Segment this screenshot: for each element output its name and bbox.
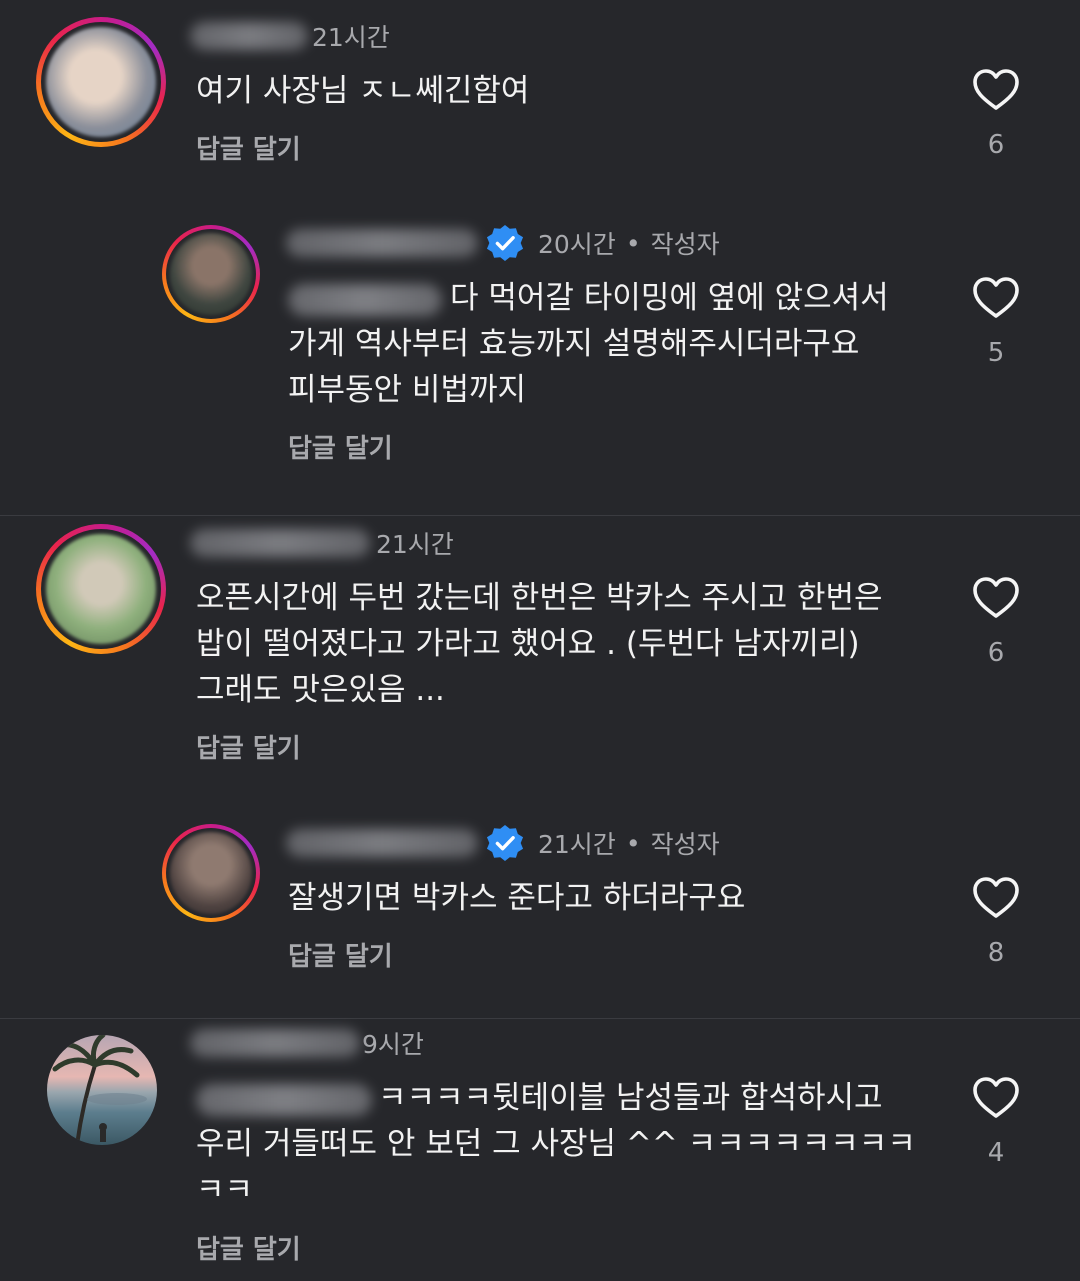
comment-text: 다 먹어갈 타이밍에 옆에 앉으셔서 가게 역사부터 효능까지 설명해주시더라구… <box>288 280 889 408</box>
heart-outline-icon[interactable] <box>972 276 1020 320</box>
like-control: 4 <box>966 1076 1026 1168</box>
avatar[interactable] <box>47 1035 157 1145</box>
like-control: 5 <box>966 276 1026 368</box>
like-count: 5 <box>987 338 1005 368</box>
verified-badge-icon <box>486 224 524 262</box>
avatar[interactable] <box>36 17 166 147</box>
like-count: 4 <box>987 1138 1005 1168</box>
timestamp: 21시간 <box>376 530 454 559</box>
like-control: 8 <box>966 876 1026 968</box>
heart-outline-icon[interactable] <box>972 1076 1020 1120</box>
author-tag: 작성자 <box>650 230 720 259</box>
timestamp: 21시간 <box>312 23 390 52</box>
avatar-image <box>170 832 252 914</box>
separator-dot: • <box>625 228 641 258</box>
comment-text: 잘생기면 박카스 준다고 하더라구요 <box>288 880 746 916</box>
avatar-image <box>52 1035 147 1145</box>
username-blurred[interactable] <box>190 529 370 557</box>
timestamp: 20시간 <box>538 230 616 259</box>
username-blurred[interactable] <box>286 829 478 857</box>
separator-dot: • <box>625 828 641 858</box>
avatar-image <box>170 233 252 315</box>
reply-button[interactable]: 답글 달기 <box>288 936 393 973</box>
avatar-image <box>46 534 156 644</box>
avatar-image <box>46 27 156 137</box>
verified-badge-icon <box>486 824 524 862</box>
heart-outline-icon[interactable] <box>972 68 1020 112</box>
timestamp: 9시간 <box>362 1030 424 1059</box>
divider <box>0 1018 1080 1019</box>
like-count: 6 <box>987 638 1005 668</box>
comment-text: 여기 사장님 ㅈㄴ쎄긴함여 <box>196 73 530 109</box>
timestamp: 21시간 <box>538 830 616 859</box>
heart-outline-icon[interactable] <box>972 576 1020 620</box>
username-blurred[interactable] <box>190 1029 360 1057</box>
comment-text: ㅋㅋㅋㅋ뒷테이블 남성들과 합석하시고 우리 거들떠도 안 보던 그 사장님 ^… <box>196 1080 916 1208</box>
avatar[interactable] <box>162 225 260 323</box>
author-tag: 작성자 <box>650 830 720 859</box>
reply-button[interactable]: 답글 달기 <box>196 728 301 765</box>
reply-button[interactable]: 답글 달기 <box>196 1229 301 1266</box>
username-blurred[interactable] <box>190 22 308 50</box>
heart-outline-icon[interactable] <box>972 876 1020 920</box>
like-control: 6 <box>966 68 1026 160</box>
mention-blurred[interactable] <box>288 283 442 316</box>
like-count: 8 <box>987 938 1005 968</box>
avatar[interactable] <box>36 524 166 654</box>
comment-text: 오픈시간에 두번 갔는데 한번은 박카스 주시고 한번은 밥이 떨어졌다고 가라… <box>196 580 883 708</box>
divider <box>0 515 1080 516</box>
mention-blurred[interactable] <box>196 1083 372 1116</box>
avatar[interactable] <box>162 824 260 922</box>
like-count: 6 <box>987 130 1005 160</box>
reply-button[interactable]: 답글 달기 <box>196 129 301 166</box>
username-blurred[interactable] <box>286 229 478 257</box>
reply-button[interactable]: 답글 달기 <box>288 428 393 465</box>
like-control: 6 <box>966 576 1026 668</box>
